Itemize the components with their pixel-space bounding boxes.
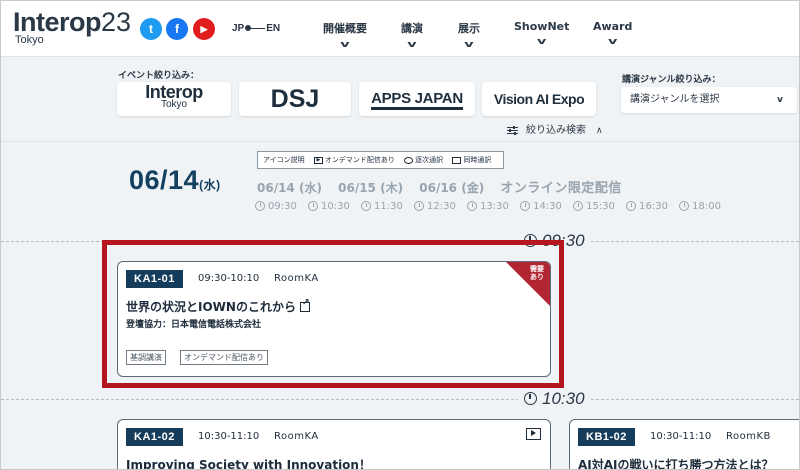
nav-item-overview[interactable]: 開催概要 v	[323, 20, 367, 50]
event-filter-apps-japan[interactable]: APPS JAPAN	[359, 82, 475, 116]
session-code: KB1-02	[578, 428, 635, 446]
session-room: RoomKB	[726, 431, 771, 442]
session-time: 10:30-11:10	[650, 431, 712, 442]
timeline-divider	[1, 399, 799, 400]
time-jump-links: 09:30 10:30 11:30 12:30 13:30 14:30 15:3…	[255, 201, 729, 212]
advanced-search-toggle[interactable]: 絞り込み検索 ∧	[507, 121, 603, 136]
simultaneous-interpretation-icon	[452, 156, 462, 164]
time-link[interactable]: 09:30	[255, 201, 297, 212]
date-tabs: 06/14 (水) 06/15 (木) 06/16 (金) オンライン限定配信	[257, 177, 634, 196]
browser-frame: Interop23 Tokyo t f ▶ JP EN 開催概要 v 講演 v 展示 v…	[0, 0, 800, 470]
genre-select[interactable]: 講演ジャンルを選択 v	[621, 87, 797, 113]
tab-0614[interactable]: 06/14 (水)	[257, 181, 322, 195]
youtube-icon[interactable]: ▶	[193, 18, 215, 40]
chevron-down-icon: v	[464, 40, 474, 50]
time-link[interactable]: 13:30	[467, 201, 509, 212]
time-link[interactable]: 11:30	[361, 201, 403, 212]
tab-online-only[interactable]: オンライン限定配信	[500, 181, 622, 196]
icon-legend: アイコン説明 ▶ オンデマンド配信あり 逐次通訳 同時通訳	[257, 151, 505, 169]
facebook-icon[interactable]: f	[166, 18, 188, 40]
on-demand-icon	[526, 428, 541, 440]
chevron-up-icon: ∧	[596, 126, 603, 136]
nav-item-lectures[interactable]: 講演 v	[401, 20, 423, 50]
session-card[interactable]: KA1-02 10:30-11:10 RoomKA Improving Soci…	[117, 419, 551, 469]
session-title[interactable]: Improving Society with Innovation！	[126, 456, 371, 469]
clock-icon	[361, 201, 372, 211]
clock-icon	[467, 201, 478, 211]
time-link[interactable]: 12:30	[414, 201, 456, 212]
event-filter-interop[interactable]: Interop Tokyo	[117, 82, 231, 116]
consecutive-interpretation-icon	[404, 156, 414, 164]
time-slot-label: 10:30	[518, 389, 591, 409]
clock-icon	[524, 392, 537, 405]
genre-filter-label: 講演ジャンル絞り込み：	[622, 75, 721, 85]
session-title[interactable]: AI対AIの戦いに打ち勝つ方法とは？	[578, 456, 774, 469]
time-link[interactable]: 18:00	[679, 201, 721, 212]
event-filter-dsj[interactable]: DSJ	[239, 82, 351, 116]
nav-item-exhibits[interactable]: 展示 v	[458, 20, 480, 50]
clock-icon	[679, 201, 690, 211]
time-link[interactable]: 10:30	[308, 201, 350, 212]
clock-icon	[414, 201, 425, 211]
nav-item-shownet[interactable]: ShowNet v	[514, 20, 569, 47]
time-link[interactable]: 15:30	[573, 201, 615, 212]
chevron-down-icon: v	[777, 95, 783, 105]
language-switch[interactable]: JP EN	[232, 23, 280, 34]
chevron-down-icon: v	[340, 40, 350, 50]
twitter-icon[interactable]: t	[140, 18, 162, 40]
chevron-down-icon: v	[407, 40, 417, 50]
interop-logo[interactable]: Interop23 Tokyo	[13, 7, 131, 46]
event-filter-label: イベント絞り込み：	[118, 71, 200, 81]
filter-sliders-icon	[507, 125, 518, 135]
tab-0616[interactable]: 06/16 (金)	[419, 181, 484, 195]
time-link[interactable]: 16:30	[626, 201, 668, 212]
language-toggle-icon	[245, 24, 266, 31]
chevron-down-icon: v	[608, 37, 618, 47]
clock-icon	[308, 201, 319, 211]
event-filter-vision-ai-expo[interactable]: Vision AI Expo	[482, 82, 596, 116]
clock-icon	[520, 201, 531, 211]
tab-0615[interactable]: 06/15 (木)	[338, 181, 403, 195]
clock-icon	[626, 201, 637, 211]
session-room: RoomKA	[274, 431, 319, 442]
session-time: 10:30-11:10	[198, 431, 260, 442]
session-card[interactable]: KB1-02 10:30-11:10 RoomKB AI対AIの戦いに打ち勝つ方…	[569, 419, 799, 469]
time-link[interactable]: 14:30	[520, 201, 562, 212]
on-demand-icon: ▶	[313, 156, 323, 164]
filter-panel: イベント絞り込み： Interop Tokyo DSJ APPS JAPAN V…	[1, 58, 799, 142]
clock-icon	[255, 201, 265, 211]
chevron-down-icon: v	[537, 37, 547, 47]
site-header: Interop23 Tokyo t f ▶ JP EN 開催概要 v 講演 v 展示 v…	[1, 1, 799, 57]
selected-date: 06/14(水)	[129, 165, 221, 195]
highlight-box	[102, 240, 564, 388]
clock-icon	[573, 201, 584, 211]
nav-item-award[interactable]: Award v	[593, 20, 632, 47]
session-code: KA1-02	[126, 428, 183, 446]
